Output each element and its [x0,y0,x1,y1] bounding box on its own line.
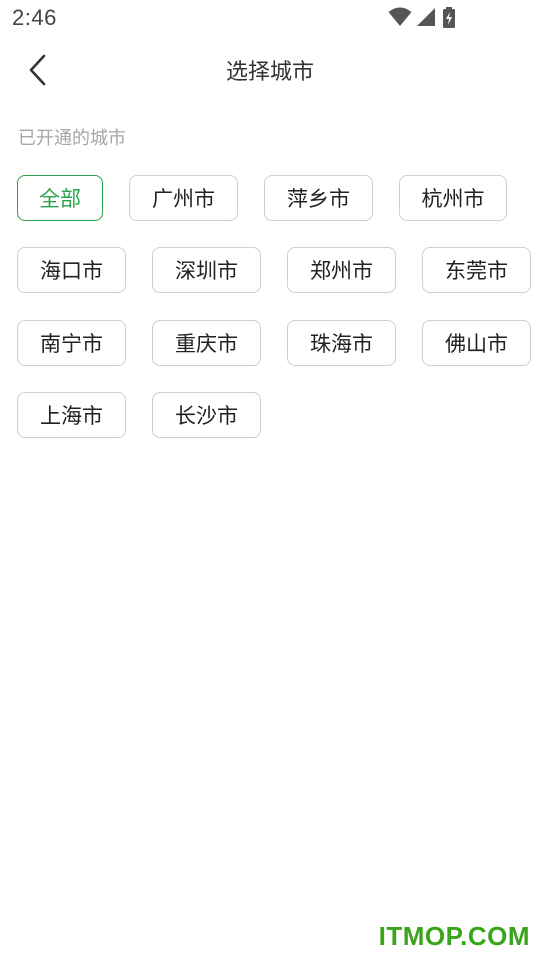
status-time: 2:46 [12,5,57,30]
city-chip-zhuhai[interactable]: 珠海市 [287,320,396,366]
header: 选择城市 [0,40,540,100]
city-chip-chongqing[interactable]: 重庆市 [152,320,261,366]
city-chip-changsha[interactable]: 长沙市 [152,392,261,438]
city-chip-hangzhou[interactable]: 杭州市 [399,175,507,221]
city-chip-zhengzhou[interactable]: 郑州市 [287,247,396,293]
city-chip-shanghai[interactable]: 上海市 [17,392,126,438]
opened-cities-label: 已开通的城市 [18,128,126,149]
city-chip-pingxiang[interactable]: 萍乡市 [264,175,373,221]
city-select-screen: 2:46 选择城市 已开通的城市 全部 广州市 萍乡市 杭州市 海口市 深圳市 … [0,0,540,960]
page-title: 选择城市 [225,60,314,85]
signal-icon [417,8,435,26]
watermark: ITMOP.COM [378,921,530,951]
city-chip-shenzhen[interactable]: 深圳市 [152,247,261,293]
wifi-icon [388,7,412,26]
city-chip-foshan[interactable]: 佛山市 [422,320,531,366]
city-chip-guangzhou[interactable]: 广州市 [129,175,238,221]
city-chip-dongguan[interactable]: 东莞市 [422,247,531,293]
battery-charging-icon [443,7,455,28]
city-chip-all[interactable]: 全部 [17,175,103,221]
status-bar: 2:46 [0,0,540,36]
city-chip-nanning[interactable]: 南宁市 [17,320,126,366]
city-chip-haikou[interactable]: 海口市 [17,247,126,293]
